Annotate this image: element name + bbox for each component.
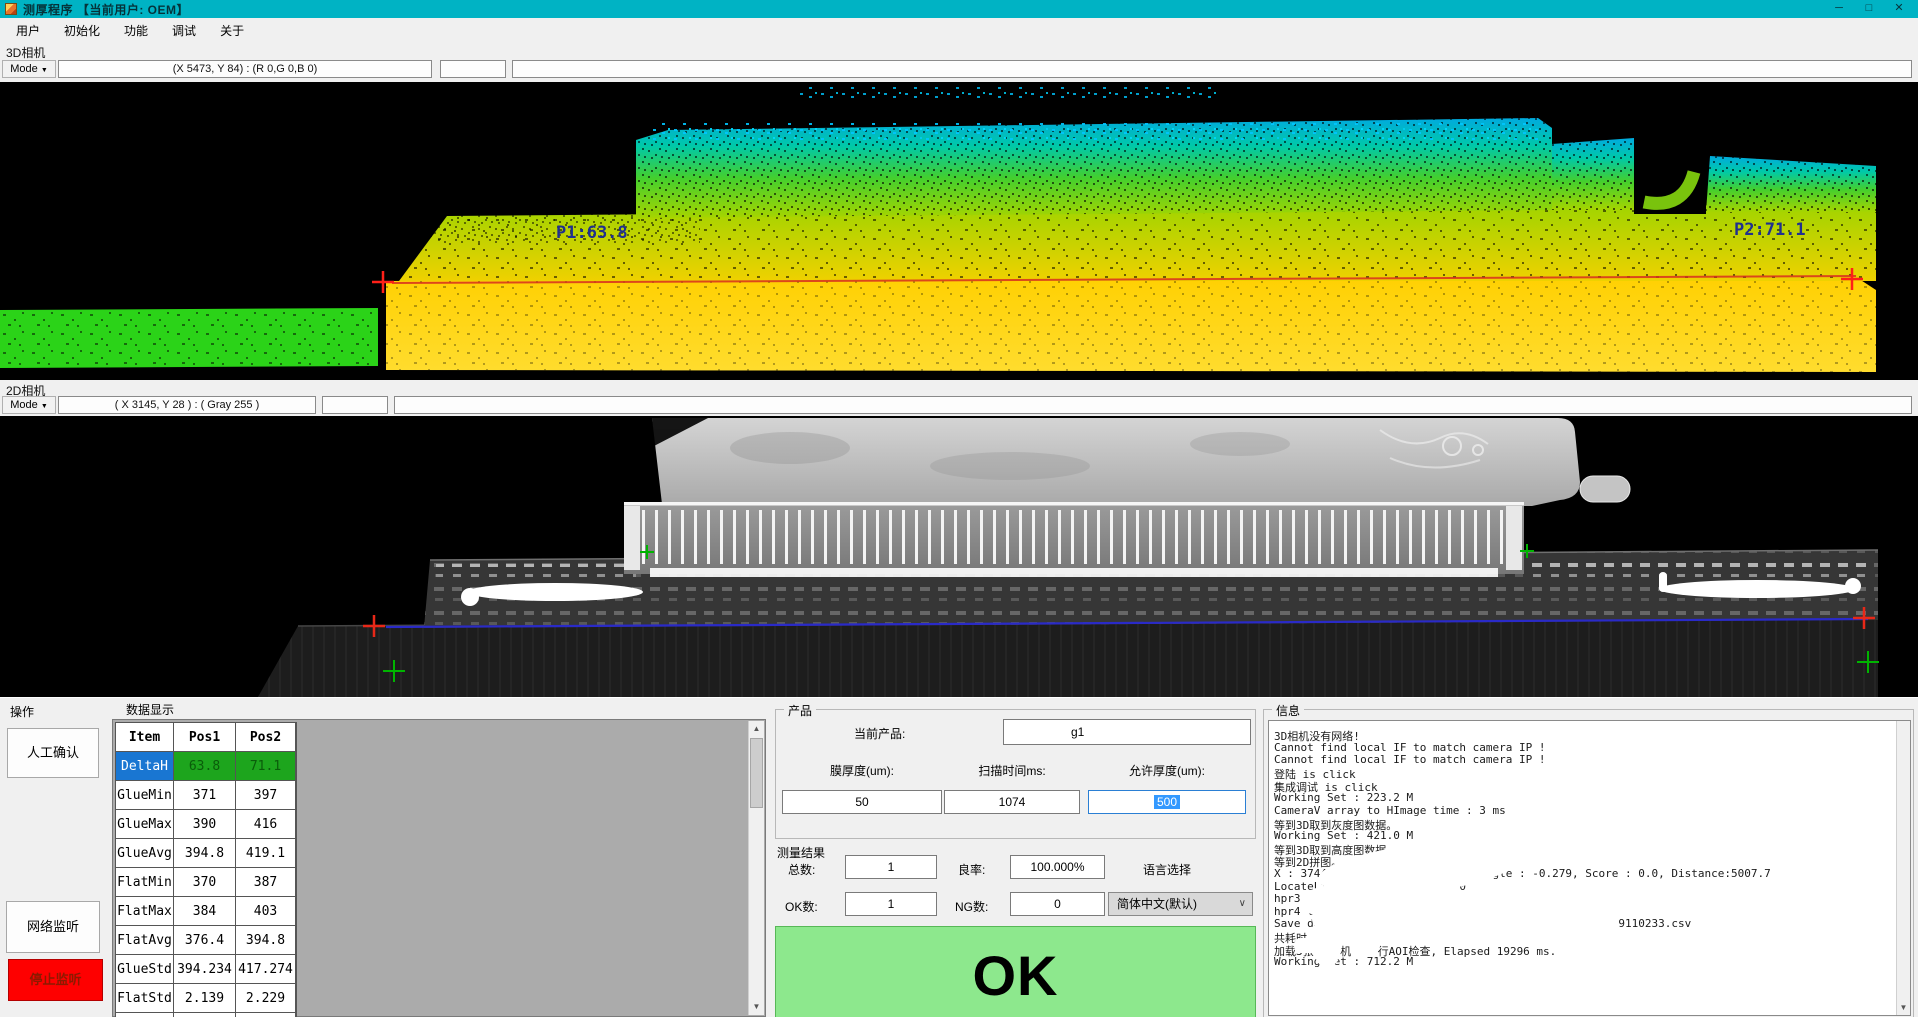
title-bar: 测厚程序 【当前用户: OEM】 ─ □ ✕	[0, 0, 1918, 18]
log-line: Working Set : 223.2 M	[1274, 791, 1413, 804]
film-thickness-input[interactable]: 50	[782, 790, 942, 814]
ok-count-label: OK数:	[785, 898, 818, 915]
application-window: 测厚程序 【当前用户: OEM】 ─ □ ✕ 用户 初始化 功能 调试 关于 3…	[0, 0, 1918, 1017]
camera2d-mode-bar: Mode ▼ ( X 3145, Y 28 ) : ( Gray 255 )	[0, 396, 1918, 416]
p2-measurement-label: P2:71.1	[1734, 220, 1806, 240]
data-display-section-label: 数据显示	[126, 701, 174, 718]
app-icon	[5, 3, 17, 15]
table-row-x[interactable]: X2583.57966.7	[116, 1013, 296, 1017]
manual-confirm-button[interactable]: 人工确认	[7, 728, 99, 778]
camera3d-pixel-readout: (X 5473, Y 84) : (R 0,G 0,B 0)	[58, 60, 432, 78]
ng-count-input[interactable]: 0	[1010, 892, 1105, 916]
camera3d-message-box	[512, 60, 1912, 78]
menu-item-init[interactable]: 初始化	[52, 20, 112, 41]
camera3d-status-box	[440, 60, 506, 78]
table-scrollbar-thumb[interactable]	[750, 738, 763, 808]
table-scrollbar[interactable]: ▲ ▼	[748, 721, 764, 1015]
redaction-blob	[1316, 951, 1338, 965]
table-row-deltah[interactable]: DeltaH63.871.1	[116, 752, 296, 781]
menu-item-debug[interactable]: 调试	[160, 20, 208, 41]
3d-heightmap-image: P1:63.8 P2:71.1	[0, 82, 1918, 380]
menu-item-function[interactable]: 功能	[112, 20, 160, 41]
table-row-flatavg[interactable]: FlatAvg376.4394.8	[116, 926, 296, 955]
camera2d-canvas[interactable]	[0, 416, 1918, 697]
status-text: OK	[776, 943, 1255, 1008]
table-row-flatstd[interactable]: FlatStd2.1392.229	[116, 984, 296, 1013]
operation-section-label: 操作	[10, 703, 34, 720]
maximize-button[interactable]: □	[1854, 0, 1884, 18]
info-scrollbar[interactable]: ▼	[1896, 721, 1910, 1015]
status-ok-banner: OK	[775, 926, 1256, 1017]
redaction-blob	[1310, 925, 1370, 939]
camera3d-mode-bar: Mode ▼ (X 5473, Y 84) : (R 0,G 0,B 0)	[0, 60, 1918, 80]
bottom-panel: 操作 人工确认 网络监听 停止监听 数据显示 Item Pos1 Pos2 De…	[0, 697, 1918, 1017]
camera2d-mode-button[interactable]: Mode ▼	[2, 396, 56, 414]
data-display-table: Item Pos1 Pos2 DeltaH63.871.1 GlueMin371…	[112, 719, 766, 1017]
camera2d-message-box	[394, 396, 1912, 414]
table-header-row: Item Pos1 Pos2	[116, 723, 296, 752]
language-dropdown[interactable]: 简体中文(默认) ∨	[1108, 892, 1253, 916]
current-product-label: 当前产品:	[854, 725, 905, 742]
camera3d-canvas[interactable]: P1:63.8 P2:71.1	[0, 82, 1918, 380]
scan-time-label: 扫描时间ms:	[944, 762, 1080, 779]
redaction-blob	[1352, 939, 1380, 953]
menu-item-user[interactable]: 用户	[4, 20, 52, 41]
scroll-up-icon[interactable]: ▲	[749, 721, 764, 737]
table-row-gluemax[interactable]: GlueMax390416	[116, 810, 296, 839]
allowed-thickness-label: 允许厚度(um):	[1088, 762, 1246, 779]
redaction-blob	[1294, 938, 1342, 953]
column-header-pos2: Pos2	[236, 723, 296, 752]
close-button[interactable]: ✕	[1884, 0, 1914, 18]
info-section-label: 信息	[1272, 702, 1304, 719]
log-line: Working Set : 712.2 M	[1274, 955, 1413, 968]
yield-label: 良率:	[958, 861, 985, 878]
column-header-pos1: Pos1	[174, 723, 236, 752]
table-row-glueavg[interactable]: GlueAvg394.8419.1	[116, 839, 296, 868]
table-row-flatmax[interactable]: FlatMax384403	[116, 897, 296, 926]
product-section-label: 产品	[784, 702, 816, 719]
p1-measurement-label: P1:63.8	[556, 223, 628, 243]
network-listen-button[interactable]: 网络监听	[6, 901, 100, 953]
stop-listen-button[interactable]: 停止监听	[8, 959, 103, 1001]
camera3d-mode-button[interactable]: Mode ▼	[2, 60, 56, 78]
window-title: 测厚程序 【当前用户: OEM】	[23, 1, 189, 18]
chevron-down-icon: ▼	[41, 403, 48, 410]
table-row-flatmin[interactable]: FlatMin370387	[116, 868, 296, 897]
menu-item-about[interactable]: 关于	[208, 20, 256, 41]
table-row-gluestd[interactable]: GlueStd394.234417.274	[116, 955, 296, 984]
camera3d-section-label: 3D相机	[6, 44, 45, 61]
current-product-input[interactable]: g1	[1003, 719, 1251, 745]
chevron-down-icon: ▼	[41, 67, 48, 74]
log-line: Cannot find local IF to match camera IP …	[1274, 753, 1546, 766]
table-row-gluemin[interactable]: GlueMin371397	[116, 781, 296, 810]
ok-count-input[interactable]: 1	[845, 892, 937, 916]
minimize-button[interactable]: ─	[1824, 0, 1854, 18]
product-groupbox: 产品 当前产品: g1 膜厚度(um): 扫描时间ms: 允许厚度(um): 5…	[775, 709, 1256, 839]
camera2d-pixel-readout: ( X 3145, Y 28 ) : ( Gray 255 )	[58, 396, 316, 414]
film-thickness-label: 膜厚度(um):	[782, 762, 942, 779]
log-line: Working Set : 421.0 M	[1274, 829, 1413, 842]
2d-grayscale-image	[0, 416, 1918, 697]
results-section-label: 测量结果	[777, 844, 825, 861]
language-select-label: 语言选择	[1143, 861, 1191, 878]
camera2d-status-box	[322, 396, 388, 414]
allowed-thickness-input[interactable]: 500	[1088, 790, 1246, 814]
scan-time-input[interactable]: 1074	[944, 790, 1080, 814]
total-label: 总数:	[788, 861, 815, 878]
scroll-down-icon[interactable]: ▼	[749, 999, 764, 1015]
total-input[interactable]: 1	[845, 855, 937, 879]
column-header-item: Item	[116, 723, 174, 752]
redaction-blob	[1340, 860, 1430, 920]
scroll-down-icon[interactable]: ▼	[1897, 1001, 1910, 1015]
chevron-down-icon: ∨	[1239, 893, 1246, 915]
log-line: CameraV array to HImage time : 3 ms	[1274, 804, 1506, 817]
ng-count-label: NG数:	[955, 898, 988, 915]
menu-bar: 用户 初始化 功能 调试 关于	[0, 18, 1918, 42]
yield-input[interactable]: 100.000%	[1010, 855, 1105, 879]
